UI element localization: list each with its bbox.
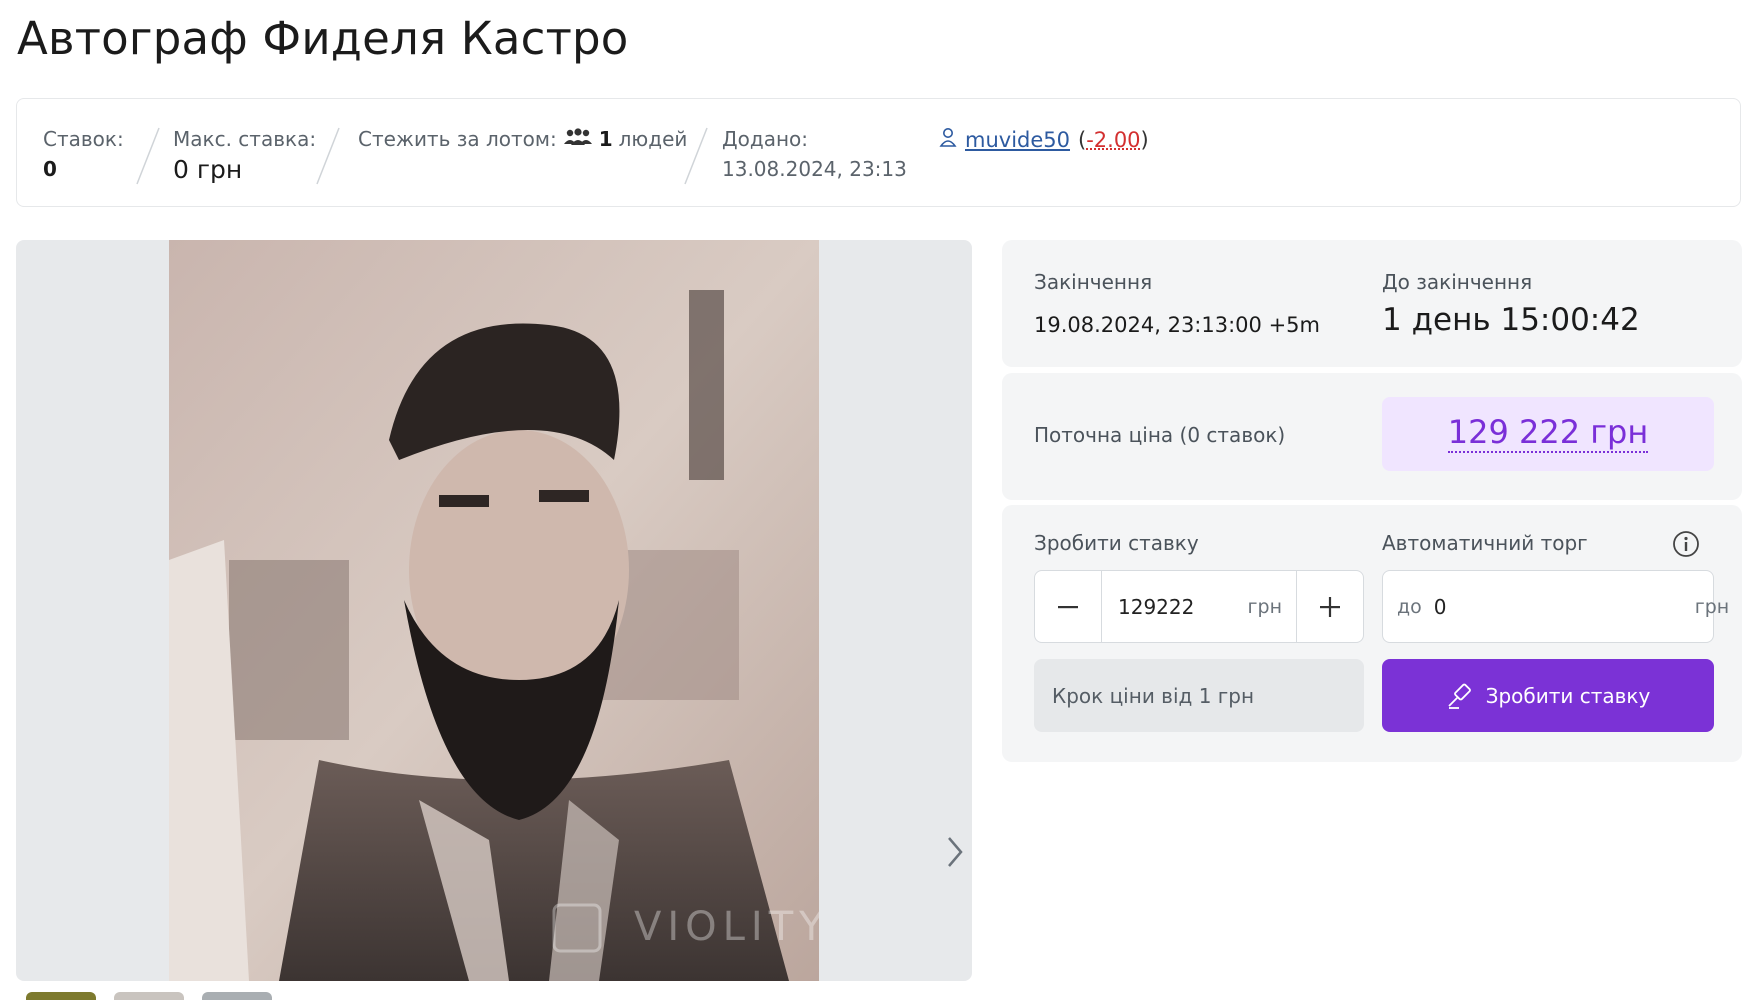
added-date: Додано: 13.08.2024, 23:13 [722,127,907,181]
auto-bid-field[interactable]: до грн [1382,570,1729,643]
current-price-value: 129 222 грн [1447,413,1649,453]
people-icon [563,127,593,151]
seller-rating[interactable]: (-2.00) [1078,128,1149,152]
gavel-icon [1448,683,1471,709]
decrease-button[interactable] [1035,571,1101,642]
bids-value: 0 [43,157,57,181]
minus-icon [1058,605,1078,608]
auto-bid-unit: грн [1694,595,1730,618]
lot-title: Автограф Фиделя Кастро [17,12,629,65]
info-icon[interactable] [1672,530,1700,562]
seller: muvide50 (-2.00) [939,127,1149,152]
watchers-label: Стежить за лотом: [358,127,557,151]
bid-amount-input[interactable] [1116,593,1230,620]
bid-panel: Зробити ставку Автоматичний торг грн до … [1002,505,1742,762]
bids-count: Ставок: 0 [43,127,124,181]
divider [683,127,708,185]
seller-link[interactable]: muvide50 [965,128,1070,152]
watermark-text: VIOLITY [634,904,819,950]
auto-bid-label: Автоматичний торг [1382,531,1588,555]
chevron-right-icon [948,837,963,867]
current-price-label: Поточна ціна (0 ставок) [1034,423,1286,447]
increase-button[interactable] [1297,571,1363,642]
next-image-button[interactable] [941,830,969,874]
divider [315,127,340,185]
countdown-timer: 1 день 15:00:42 [1382,302,1640,338]
auto-bid-prefix: до [1397,595,1422,618]
divider [135,127,160,185]
max-bid: Макс. ставка: 0 грн [173,127,316,184]
price-step-note: Крок ціни від 1 грн [1034,659,1364,732]
countdown-label: До закінчення [1382,270,1533,294]
current-price-box[interactable]: 129 222 грн [1382,397,1714,471]
user-icon [939,127,957,152]
auto-bid-input[interactable] [1431,593,1685,620]
seller-rating-value: -2.00 [1086,127,1141,152]
watchers-count: 1 [598,127,613,151]
auction-end-panel: Закінчення 19.08.2024, 23:13:00 +5m До з… [1002,240,1742,367]
max-bid-value: 0 грн [173,155,243,184]
image-gallery: VIOLITY [16,240,972,981]
thumbnail[interactable] [202,992,272,1000]
make-bid-label: Зробити ставку [1034,531,1199,555]
plus-icon [1320,596,1340,617]
watchers: Стежить за лотом: 1 людей [358,127,687,151]
bid-unit: грн [1247,595,1282,618]
bid-amount-stepper: грн [1034,570,1364,643]
thumbnail[interactable] [114,992,184,1000]
added-label: Додано: [722,127,808,151]
added-value: 13.08.2024, 23:13 [722,157,907,181]
end-value: 19.08.2024, 23:13:00 +5m [1034,313,1320,337]
bids-label: Ставок: [43,127,124,151]
lot-photo[interactable]: VIOLITY [169,240,824,981]
place-bid-label: Зробити ставку [1485,683,1651,708]
max-bid-label: Макс. ставка: [173,127,317,151]
place-bid-button[interactable]: Зробити ставку [1382,659,1714,732]
current-price-panel: Поточна ціна (0 ставок) 129 222 грн [1002,373,1742,500]
lot-info-bar: Ставок: 0 Макс. ставка: 0 грн Стежить за… [16,98,1741,207]
watchers-suffix: людей [618,127,688,151]
thumbnail-strip [26,992,272,1000]
end-label: Закінчення [1034,270,1153,294]
thumbnail[interactable] [26,992,96,1000]
